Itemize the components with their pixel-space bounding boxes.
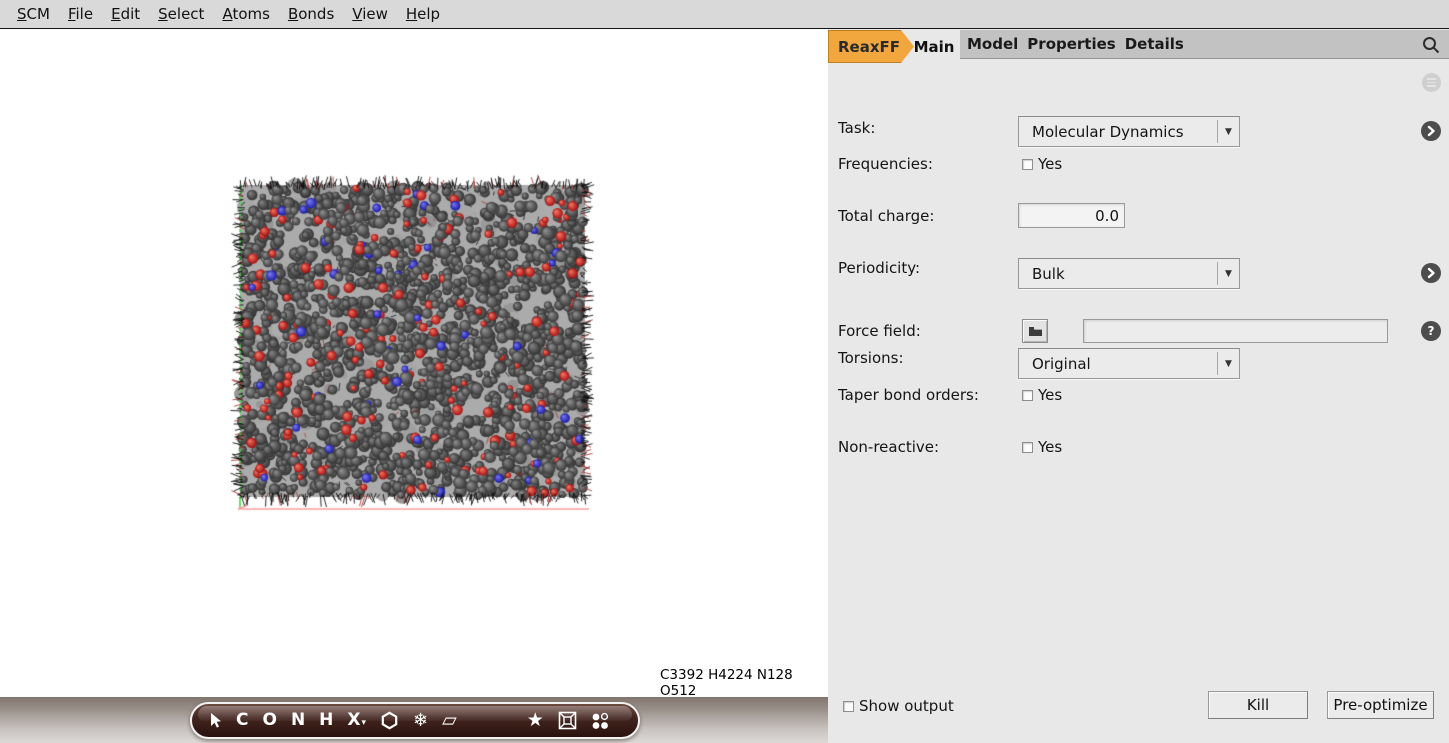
- menu-bar: SCMFileEditSelectAtomsBondsViewHelp: [0, 0, 1449, 29]
- formula-text: C3392 H4224 N128 O512: [660, 667, 828, 699]
- taper-label: Taper bond orders:: [838, 386, 979, 404]
- show-output-checkbox[interactable]: [843, 701, 854, 712]
- periodicity-value: Bulk: [1019, 265, 1217, 283]
- periodicity-dropdown[interactable]: Bulk ▼: [1018, 258, 1240, 289]
- periodicity-label: Periodicity:: [838, 259, 920, 277]
- force-field-help-button[interactable]: ?: [1421, 321, 1441, 341]
- question-icon: ?: [1428, 324, 1435, 338]
- molecule-render[interactable]: [225, 174, 605, 526]
- panel-menu-icon: [1422, 73, 1441, 92]
- task-value: Molecular Dynamics: [1019, 123, 1217, 141]
- frequencies-label: Frequencies:: [838, 155, 933, 173]
- total-charge-input[interactable]: [1018, 203, 1125, 228]
- folder-icon: [1028, 326, 1043, 337]
- tab-bar: Model Properties Details Main ReaxFF: [828, 30, 1449, 64]
- force-field-label: Force field:: [838, 322, 921, 340]
- menu-help[interactable]: Help: [397, 5, 449, 23]
- chevron-right-icon: [1426, 267, 1436, 279]
- menu-view[interactable]: View: [343, 5, 397, 23]
- viewport-bottom-strip: CONH X▾ ❄ ▱ ★: [0, 697, 828, 743]
- non-reactive-option-label: Yes: [1038, 438, 1062, 456]
- tab-strip: Model Properties Details: [960, 30, 1449, 59]
- force-field-browse-button[interactable]: [1022, 319, 1048, 343]
- molecule-viewport[interactable]: C3392 H4224 N128 O512: [0, 29, 828, 697]
- ring-icon[interactable]: [380, 711, 399, 730]
- pointer-icon[interactable]: [208, 712, 222, 729]
- element-x-button[interactable]: X▾: [347, 704, 366, 737]
- chevron-down-icon: ▼: [1217, 352, 1239, 375]
- snowflake-icon[interactable]: ❄: [413, 704, 428, 737]
- tab-reaxff[interactable]: ReaxFF: [828, 30, 914, 63]
- non-reactive-checkrow: Yes: [1022, 438, 1062, 456]
- torsions-value: Original: [1019, 355, 1217, 373]
- show-output-label: Show output: [859, 697, 954, 715]
- frequencies-checkbox[interactable]: [1022, 159, 1033, 170]
- chevron-right-icon: [1426, 125, 1436, 137]
- tab-properties[interactable]: Properties: [1027, 35, 1123, 53]
- menu-select[interactable]: Select: [149, 5, 213, 23]
- star-icon[interactable]: ★: [527, 704, 544, 737]
- periodicity-detail-button[interactable]: [1421, 263, 1441, 283]
- menu-file[interactable]: File: [59, 5, 102, 23]
- input-panel: Model Properties Details Main ReaxFF Tas…: [828, 29, 1449, 743]
- element-n-button[interactable]: N: [291, 704, 305, 737]
- tab-main[interactable]: Main: [908, 30, 960, 63]
- show-output-checkrow: Show output: [843, 697, 954, 715]
- taper-checkbox[interactable]: [1022, 390, 1033, 401]
- atoms-dots-icon[interactable]: [591, 712, 609, 730]
- search-icon[interactable]: [1421, 35, 1441, 55]
- frequencies-option-label: Yes: [1038, 155, 1062, 173]
- non-reactive-checkbox[interactable]: [1022, 442, 1033, 453]
- kill-button[interactable]: Kill: [1208, 691, 1308, 719]
- tab-details[interactable]: Details: [1125, 35, 1192, 53]
- menu-edit[interactable]: Edit: [102, 5, 149, 23]
- taper-checkrow: Yes: [1022, 386, 1062, 404]
- frequencies-checkrow: Yes: [1022, 155, 1062, 173]
- reaxff-window: SCMFileEditSelectAtomsBondsViewHelp C339…: [0, 0, 1449, 743]
- menu-atoms[interactable]: Atoms: [213, 5, 279, 23]
- plane-icon[interactable]: ▱: [442, 704, 457, 737]
- force-field-input[interactable]: [1083, 319, 1388, 343]
- chevron-down-icon: ▼: [1217, 120, 1239, 143]
- non-reactive-label: Non-reactive:: [838, 438, 939, 456]
- element-h-button[interactable]: H: [319, 704, 333, 737]
- menu-scm[interactable]: SCM: [8, 5, 59, 23]
- element-c-button[interactable]: C: [236, 704, 248, 737]
- task-detail-button[interactable]: [1421, 121, 1441, 141]
- task-label: Task:: [838, 119, 875, 137]
- taper-option-label: Yes: [1038, 386, 1062, 404]
- torsions-label: Torsions:: [838, 349, 904, 367]
- torsions-dropdown[interactable]: Original ▼: [1018, 348, 1240, 379]
- total-charge-label: Total charge:: [838, 207, 934, 225]
- tab-model[interactable]: Model: [967, 35, 1026, 53]
- task-dropdown[interactable]: Molecular Dynamics ▼: [1018, 116, 1240, 147]
- chevron-down-icon: ▼: [1217, 262, 1239, 285]
- cell-box-icon[interactable]: [558, 711, 577, 730]
- element-o-button[interactable]: O: [262, 704, 276, 737]
- atom-toolbar: CONH X▾ ❄ ▱ ★: [190, 702, 640, 739]
- menu-bonds[interactable]: Bonds: [279, 5, 343, 23]
- pre-optimize-button[interactable]: Pre-optimize: [1327, 691, 1434, 719]
